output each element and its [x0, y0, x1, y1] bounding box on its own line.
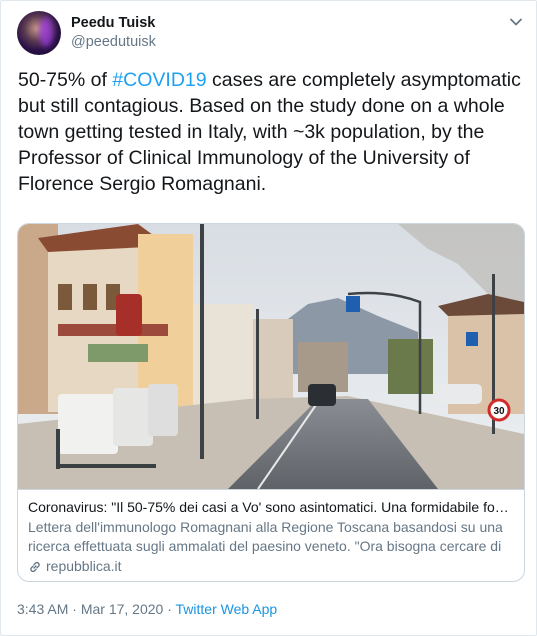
tweet-source-link[interactable]: Twitter Web App: [176, 601, 278, 617]
tweet-text: 50-75% of #COVID19 cases are completely …: [18, 67, 528, 197]
author-display-name[interactable]: Peedu Tuisk: [71, 15, 155, 31]
tweet-date[interactable]: Mar 17, 2020: [81, 601, 164, 617]
hashtag-link[interactable]: #COVID19: [112, 69, 206, 91]
avatar-glow: [39, 17, 53, 47]
card-image: [18, 224, 524, 489]
card-title: Coronavirus: "Il 50-75% dei casi a Vo' s…: [28, 499, 514, 515]
tweet-meta: 3:43 AM · Mar 17, 2020 · Twitter Web App: [17, 601, 277, 617]
meta-separator: ·: [163, 601, 176, 617]
card-body: Coronavirus: "Il 50-75% dei casi a Vo' s…: [18, 489, 524, 581]
card-description: Lettera dell'immunologo Romagnani alla R…: [28, 519, 503, 554]
avatar[interactable]: [17, 11, 61, 55]
tweet-time[interactable]: 3:43 AM: [17, 601, 68, 617]
card-domain-text: repubblica.it: [46, 558, 122, 574]
link-icon: [30, 561, 40, 572]
meta-separator: ·: [68, 601, 81, 617]
tweet-text-part: 50-75% of: [18, 69, 113, 91]
card-domain: repubblica.it: [28, 557, 514, 576]
tweet-card: Peedu Tuisk @peedutuisk 50-75% of #COVID…: [0, 0, 537, 636]
chevron-down-icon[interactable]: [507, 13, 525, 31]
link-preview-card[interactable]: 30 Coronavirus: "Il 50-75% dei casi a Vo…: [17, 223, 525, 582]
author-handle[interactable]: @peedutuisk: [71, 34, 156, 50]
